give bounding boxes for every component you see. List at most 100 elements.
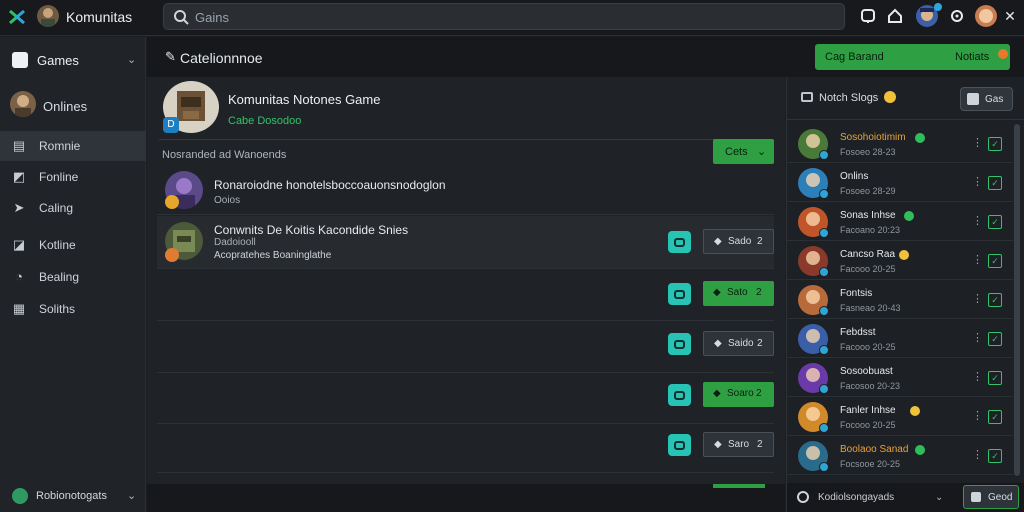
close-icon[interactable]: ✕ (1000, 6, 1020, 26)
sidebar-footer-label: Robionotogats (36, 490, 107, 502)
sidebar-item-kotline[interactable]: ◪ Kotline (0, 230, 146, 260)
friend-row[interactable]: Cancso Raa Facooo 20-25 ⋮ ✓ (787, 241, 1013, 280)
sidebar-item-caling[interactable]: ➤ Caling (0, 193, 146, 223)
search-bar[interactable] (163, 3, 845, 30)
sidebar-item-label: Caling (39, 201, 74, 215)
sidebar-item-label: Romnie (39, 139, 81, 153)
sidebar-item-romnie[interactable]: ▤ Romnie (0, 131, 146, 161)
friends-filter-button[interactable]: Gas (960, 87, 1013, 111)
action-button[interactable]: ◆ Sado 2 (703, 229, 774, 254)
friend-row[interactable]: Onlins Fosoeo 28-29 ⋮ ✓ (787, 163, 1013, 202)
sidebar-item-label: Bealing (39, 270, 80, 284)
status-dot (934, 3, 942, 11)
friend-row[interactable]: Febdsst Facooo 20-25 ⋮ ✓ (787, 319, 1013, 358)
chat-button[interactable] (668, 333, 691, 355)
sidebar-item-label: Fonline (39, 170, 79, 184)
friends-panel: Notch Slogs Gas Sosohoiotimim Fosoeo 28-2… (786, 77, 1024, 512)
action-button[interactable]: ◆ Saro 2 (703, 432, 774, 457)
action-button-label: Saido (728, 338, 754, 349)
notifications-icon[interactable] (858, 6, 878, 26)
tag-icon: ◆ (714, 236, 722, 247)
select-checkbox[interactable]: ✓ (988, 410, 1002, 424)
search-input[interactable] (195, 8, 795, 26)
friend-row[interactable]: Sonas Inhse Facoano 20:23 ⋮ ✓ (787, 202, 1013, 241)
friends-title: Notch Slogs (819, 92, 879, 104)
games-label: Games (37, 53, 79, 68)
settings-icon[interactable] (947, 6, 967, 26)
friend-row[interactable]: Fontsis Fasneao 20-43 ⋮ ✓ (787, 280, 1013, 319)
more-icon[interactable]: ⋮ (972, 136, 983, 149)
friend-row[interactable]: Sosohoiotimim Fosoeo 28-23 ⋮ ✓ (787, 124, 1013, 163)
scrollbar[interactable] (1014, 124, 1020, 476)
more-icon[interactable]: ⋮ (972, 214, 983, 227)
friend-name: Sosohoiotimim (840, 132, 906, 143)
feed-row[interactable]: Conwnits De Koitis Kacondide Snies Dadoi… (157, 216, 774, 269)
friend-status-text: Facoano 20:23 (840, 225, 901, 235)
feed-row[interactable]: Ronaroiodne honotelsboccoauonsnodoglon O… (157, 169, 774, 215)
more-icon[interactable]: ⋮ (972, 448, 983, 461)
search-icon (174, 10, 189, 25)
sidebar-item-soliths[interactable]: ▦ Soliths (0, 294, 146, 324)
chat-icon (674, 339, 685, 349)
action-button[interactable]: ◆ Saido 2 (703, 331, 774, 356)
games-dropdown[interactable]: Games ⌄ (0, 45, 146, 75)
status-dot (819, 423, 829, 433)
more-icon[interactable]: ⋮ (972, 409, 983, 422)
friend-row[interactable]: Fanler Inhse Focooo 20-25 ⋮ ✓ (787, 397, 1013, 436)
friend-row[interactable]: Boolaoo Sanad Focsooe 20-25 ⋮ ✓ (787, 436, 1013, 475)
friends-footer-label[interactable]: Kodiolsongayads (818, 492, 894, 503)
feed-row[interactable]: ◆ Saro 2 (157, 425, 774, 473)
chevron-down-icon[interactable]: ⌄ (935, 492, 943, 503)
select-checkbox[interactable]: ✓ (988, 449, 1002, 463)
more-icon[interactable]: ⋮ (972, 292, 983, 305)
divider (787, 119, 1024, 120)
clock-icon: ◔ (15, 269, 23, 284)
home-icon[interactable] (885, 6, 905, 26)
action-button-label: Sado (728, 236, 752, 247)
chat-button[interactable] (668, 384, 691, 406)
chat-button[interactable] (668, 231, 691, 253)
chat-button[interactable] (668, 283, 691, 305)
chat-button[interactable] (668, 434, 691, 456)
select-checkbox[interactable]: ✓ (988, 293, 1002, 307)
more-icon[interactable]: ⋮ (972, 175, 983, 188)
friend-row[interactable]: Sosoobuast Facosoo 20-23 ⋮ ✓ (787, 358, 1013, 397)
friends-footer-button[interactable]: Geod (963, 485, 1019, 509)
friend-name: Fanler Inhse (840, 405, 896, 416)
more-icon[interactable]: ⋮ (972, 253, 983, 266)
action-button-count: 2 (757, 439, 763, 450)
online-status[interactable]: Onlines (0, 89, 146, 123)
tag-icon: ◆ (714, 439, 722, 450)
online-label: Onlines (43, 99, 88, 114)
select-checkbox[interactable]: ✓ (988, 371, 1002, 385)
select-checkbox[interactable]: ✓ (988, 332, 1002, 346)
feed-row[interactable]: ◆ Sato 2 (157, 270, 774, 321)
friend-name: Sonas Inhse (840, 210, 896, 221)
profile-avatar[interactable] (975, 5, 997, 27)
edit-icon[interactable]: ✎ (165, 49, 176, 65)
green-action-bar[interactable]: Cag Barand Notiats (815, 44, 1010, 70)
action-button[interactable]: ◆ Soaro 2 (703, 382, 774, 407)
sidebar-footer-dropdown[interactable]: Robionotogats ⌄ (0, 481, 146, 511)
select-checkbox[interactable]: ✓ (988, 137, 1002, 151)
divider (159, 139, 773, 140)
select-checkbox[interactable]: ✓ (988, 215, 1002, 229)
more-icon[interactable]: ⋮ (972, 331, 983, 344)
section-label: Nosranded ad Wanoends (162, 149, 287, 161)
friend-status-text: Focsooe 20-25 (840, 459, 901, 469)
check-icon (915, 133, 926, 143)
select-checkbox[interactable]: ✓ (988, 176, 1002, 190)
feed-row[interactable]: ◆ Saido 2 (157, 322, 774, 373)
filter-button[interactable]: Cets ⌄ (713, 139, 774, 164)
partial-button[interactable] (713, 484, 765, 488)
user-avatar[interactable] (37, 5, 59, 27)
sidebar-item-bealing[interactable]: ◔ Bealing (0, 262, 146, 292)
action-button[interactable]: ◆ Sato 2 (703, 281, 774, 306)
feed-row[interactable]: ◆ Soaro 2 (157, 374, 774, 424)
sidebar-item-fonline[interactable]: ◩ Fonline (0, 162, 146, 192)
more-icon[interactable]: ⋮ (972, 370, 983, 383)
action-button-count: 2 (757, 338, 763, 349)
game-name: Komunitas Notones Game (228, 92, 381, 107)
action-button-count: 2 (756, 287, 762, 298)
select-checkbox[interactable]: ✓ (988, 254, 1002, 268)
